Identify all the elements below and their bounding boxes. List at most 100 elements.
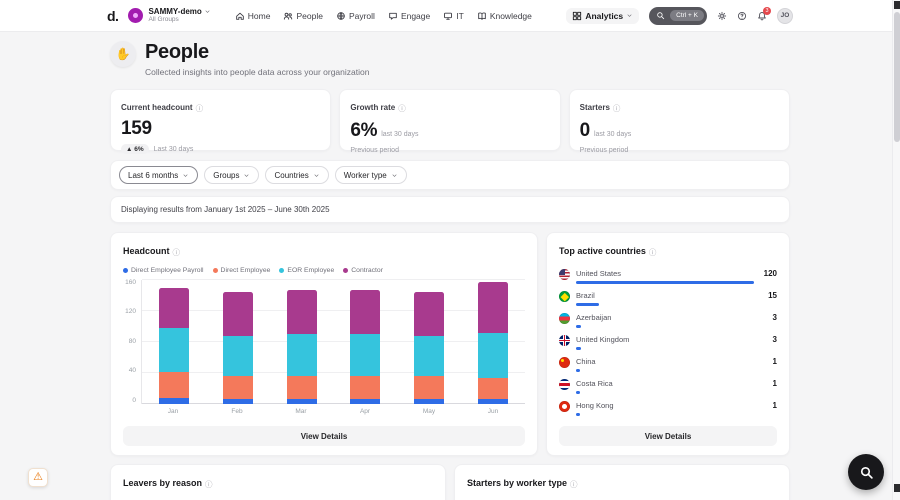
country-name: Costa Rica <box>576 379 763 388</box>
country-name: Brazil <box>576 291 758 300</box>
deel-logo[interactable]: d. <box>107 8 118 24</box>
scrollbar-thumb[interactable] <box>894 12 900 142</box>
nav-item-it[interactable]: IT <box>443 11 464 21</box>
info-icon[interactable] <box>205 474 213 492</box>
chevron-down-icon <box>204 8 211 15</box>
bottom-cards-row: Leavers by reason Starters by worker typ… <box>110 464 790 500</box>
flag-br-icon <box>559 291 570 302</box>
country-name: Hong Kong <box>576 401 763 410</box>
legend-item: Contractor <box>343 267 383 274</box>
country-name: United Kingdom <box>576 335 763 344</box>
assistant-fab-button[interactable] <box>848 454 884 490</box>
workspace-subtitle: All Groups <box>148 16 210 23</box>
results-note: Displaying results from January 1st 2025… <box>110 196 790 223</box>
user-avatar[interactable]: JO <box>777 8 793 24</box>
chevron-down-icon <box>243 172 250 179</box>
headcount-view-details-button[interactable]: View Details <box>123 426 525 446</box>
filter-worker-type[interactable]: Worker type <box>335 166 407 184</box>
notifications-button[interactable]: 3 <box>757 11 767 21</box>
country-bar <box>576 325 581 328</box>
nav-item-people[interactable]: People <box>283 11 322 21</box>
country-name: China <box>576 357 763 366</box>
bar-may <box>414 292 444 404</box>
stat-card-growth-rate: Growth rate 6% last 30 days Previous per… <box>339 89 560 151</box>
country-row: United States120 <box>559 269 777 284</box>
country-row: Costa Rica1 <box>559 379 777 394</box>
starters-by-worker-type-card: Starters by worker type <box>454 464 790 500</box>
workspace-switcher[interactable]: SAMMY-demo All Groups <box>128 8 210 24</box>
scroll-down-arrow[interactable] <box>894 484 900 492</box>
nav-item-knowledge[interactable]: Knowledge <box>477 11 532 21</box>
nav-item-label: Knowledge <box>490 11 532 21</box>
nav-item-payroll[interactable]: Payroll <box>336 11 375 21</box>
nav-item-home[interactable]: Home <box>235 11 271 21</box>
warning-button[interactable]: ⚠ <box>28 468 48 487</box>
analytics-label: Analytics <box>585 11 623 21</box>
stat-inline-caption: last 30 days <box>594 131 631 138</box>
info-icon[interactable] <box>398 98 406 116</box>
stat-label: Growth rate <box>350 103 395 112</box>
nav-item-label: Payroll <box>349 11 375 21</box>
headcount-card: Headcount Direct Employee PayrollDirect … <box>110 232 538 456</box>
info-icon[interactable] <box>173 242 181 260</box>
bar-mar <box>287 290 317 404</box>
page-header: ✋ People Collected insights into people … <box>110 41 790 77</box>
country-rows: United States120Brazil15Azerbaijan3Unite… <box>559 269 777 416</box>
chevron-down-icon <box>182 172 189 179</box>
warning-icon: ⚠ <box>33 472 43 483</box>
stat-value: 159 <box>121 118 320 140</box>
country-bar <box>576 391 580 394</box>
stat-label: Current headcount <box>121 103 193 112</box>
leavers-by-reason-card: Leavers by reason <box>110 464 446 500</box>
scroll-up-arrow[interactable] <box>894 1 900 9</box>
filter-bar: Last 6 months Groups Countries Worker type <box>110 160 790 190</box>
country-row: Hong Kong1 <box>559 401 777 416</box>
knowledge-icon <box>477 11 487 21</box>
flag-cr-icon <box>559 379 570 390</box>
search-icon <box>656 11 665 20</box>
notification-badge: 3 <box>763 7 771 15</box>
stat-inline-caption: last 30 days <box>381 131 418 138</box>
chart-bars <box>142 280 525 404</box>
analytics-people-page: d. SAMMY-demo All Groups Home People Payro… <box>0 0 900 500</box>
stat-caption: Last 30 days <box>154 146 194 153</box>
workspace-name: SAMMY-demo <box>148 8 201 17</box>
nav-item-label: IT <box>456 11 464 21</box>
flag-az-icon <box>559 313 570 324</box>
info-icon[interactable] <box>613 98 621 116</box>
countries-view-details-button[interactable]: View Details <box>559 426 777 446</box>
legend-item: Direct Employee Payroll <box>123 267 204 274</box>
nav-item-label: Home <box>248 11 271 21</box>
it-icon <box>443 11 453 21</box>
country-name: United States <box>576 269 754 278</box>
country-value: 3 <box>773 335 777 344</box>
page-scrollbar[interactable] <box>892 0 900 500</box>
help-icon[interactable] <box>737 11 747 21</box>
stat-card-starters: Starters 0 last 30 days Previous period <box>569 89 790 151</box>
filter-groups[interactable]: Groups <box>204 166 259 184</box>
country-row: United Kingdom 3 <box>559 335 777 350</box>
stat-value: 6% <box>350 120 377 142</box>
stat-card-current-headcount: Current headcount 159 ▲ 6% Last 30 days <box>110 89 331 151</box>
analytics-menu[interactable]: Analytics <box>566 8 639 24</box>
grid-icon <box>572 11 582 21</box>
settings-gear-icon[interactable] <box>717 11 727 21</box>
nav-item-label: People <box>296 11 322 21</box>
headcount-title: Headcount <box>123 246 170 256</box>
page-subtitle: Collected insights into people data acro… <box>145 67 369 77</box>
filter-last-6-months[interactable]: Last 6 months <box>119 166 198 184</box>
filter-countries[interactable]: Countries <box>265 166 328 184</box>
nav-item-label: Engage <box>401 11 430 21</box>
search-shortcut: Ctrl + K <box>670 10 704 21</box>
countries-title: Top active countries <box>559 246 646 256</box>
nav-item-engage[interactable]: Engage <box>388 11 430 21</box>
top-navbar: d. SAMMY-demo All Groups Home People Payro… <box>0 0 900 32</box>
info-icon[interactable] <box>196 98 204 116</box>
bar-feb <box>223 292 253 404</box>
payroll-icon <box>336 11 346 21</box>
info-icon[interactable] <box>570 474 578 492</box>
search-icon <box>859 465 874 480</box>
flag-uk-icon <box>559 335 570 346</box>
info-icon[interactable] <box>649 242 657 260</box>
global-search[interactable]: Ctrl + K <box>649 7 707 25</box>
